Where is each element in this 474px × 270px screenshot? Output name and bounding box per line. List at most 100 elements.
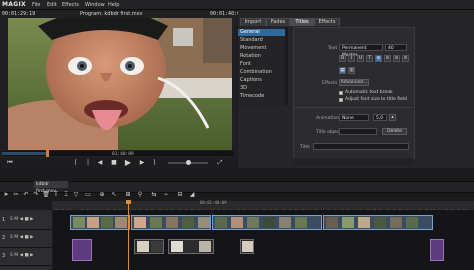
text-label: Text xyxy=(328,46,338,51)
video-clip[interactable] xyxy=(131,215,211,230)
animation-speed-input[interactable]: 5,0 xyxy=(373,114,387,121)
transport-play-button[interactable]: ▶ xyxy=(124,159,132,167)
justify-button[interactable]: ≡ xyxy=(402,55,409,62)
menu-window[interactable]: Window xyxy=(85,2,105,8)
menu-effects[interactable]: Effects xyxy=(62,2,79,8)
fade-icon[interactable]: ◢ xyxy=(188,191,196,199)
clip-thumbnail xyxy=(358,217,370,228)
valign-top-button[interactable]: ▤ xyxy=(339,67,346,74)
category-font[interactable]: Font xyxy=(238,61,288,68)
category-general[interactable]: General xyxy=(238,29,288,36)
trash-icon[interactable]: 🗑 xyxy=(42,191,50,199)
auto-break-label: Automatic text break xyxy=(345,90,393,95)
tab-titles[interactable]: Titles xyxy=(290,18,314,26)
video-clip[interactable] xyxy=(212,215,322,230)
clip-thumbnail xyxy=(87,217,99,228)
category-combination[interactable]: Combination xyxy=(238,69,288,76)
marker-icon[interactable]: ▽ xyxy=(72,191,80,199)
track-controls[interactable]: S M ◀ ■ ▶ xyxy=(10,235,34,240)
font-select[interactable]: Permanent Marker xyxy=(339,44,383,58)
clip-thumbnail xyxy=(247,217,259,228)
title-object-select[interactable] xyxy=(339,128,377,135)
video-clip[interactable] xyxy=(70,215,130,230)
preview-playhead[interactable] xyxy=(46,150,49,157)
auto-break-checkbox[interactable] xyxy=(339,91,343,95)
transport-next-marker-button[interactable]: ⌉ xyxy=(150,159,158,167)
category-scrollbar[interactable] xyxy=(285,27,288,105)
project-tab[interactable]: kdbdr first.mxv xyxy=(34,181,68,194)
scissors-tool-icon[interactable]: ✂ xyxy=(12,191,20,199)
transport-prev-marker-button[interactable]: ⌈ xyxy=(72,159,80,167)
track-number: 1 xyxy=(2,217,6,223)
clip-thumbnail xyxy=(73,217,85,228)
snap-icon[interactable]: ⌁ xyxy=(162,191,170,199)
tab-effects[interactable]: Effects xyxy=(314,18,340,26)
timeline-playhead[interactable] xyxy=(128,200,129,270)
italic-button[interactable]: I xyxy=(348,55,355,62)
menu-help[interactable]: Help xyxy=(108,2,119,8)
track-number: 2 xyxy=(2,235,6,241)
video-preview[interactable] xyxy=(8,18,232,150)
track-controls[interactable]: S M ◀ ■ ▶ xyxy=(10,253,34,258)
transport-skip-start-button[interactable]: ⏮ xyxy=(6,159,14,167)
ripple-icon[interactable]: ⇆ xyxy=(150,191,158,199)
valign-middle-button[interactable]: ▥ xyxy=(348,67,355,74)
transport-rewind-button[interactable]: ◀ xyxy=(96,159,104,167)
menu-file[interactable]: File xyxy=(32,2,40,8)
tab-import[interactable]: Import xyxy=(240,18,266,26)
video-clip[interactable] xyxy=(240,239,254,254)
font-size-select[interactable]: 40 xyxy=(385,44,407,51)
title-object-label: Title object xyxy=(316,130,341,135)
delete-button[interactable]: Delete xyxy=(382,128,407,135)
animation-select[interactable]: None xyxy=(339,114,369,121)
clip-thumbnail xyxy=(406,217,418,228)
video-clip[interactable] xyxy=(134,239,164,254)
lock-icon[interactable]: ⚲ xyxy=(136,191,144,199)
fullscreen-icon[interactable]: ⤢ xyxy=(216,159,224,167)
mouse-mode-icon[interactable]: ▭ xyxy=(84,191,92,199)
video-clip[interactable] xyxy=(168,239,214,254)
auto-size-checkbox[interactable] xyxy=(339,98,343,102)
track-number: 3 xyxy=(2,253,6,259)
bold-button[interactable]: B xyxy=(339,55,346,62)
align-right-button[interactable]: ≡ xyxy=(393,55,400,62)
tab-fades[interactable]: Fades xyxy=(266,18,290,26)
track-controls[interactable]: S M ◀ ■ ▶ xyxy=(10,217,34,222)
redo-icon[interactable]: ↷ xyxy=(32,191,40,199)
transport-stop-button[interactable]: ■ xyxy=(110,159,118,167)
category-captions[interactable]: Captions xyxy=(238,77,288,84)
group-icon[interactable]: ⊞ xyxy=(124,191,132,199)
category-3d[interactable]: 3D xyxy=(238,85,288,92)
speed-up-icon[interactable]: ▴ xyxy=(389,114,396,121)
volume-slider-knob[interactable] xyxy=(186,160,191,165)
category-timecode[interactable]: Timecode xyxy=(238,93,288,100)
transport-step-back-button[interactable]: | xyxy=(84,159,92,167)
advanced-button[interactable]: Advanced... xyxy=(339,79,369,86)
title-clip[interactable] xyxy=(430,239,444,261)
menu-edit[interactable]: Edit xyxy=(47,2,57,8)
clip-thumbnail xyxy=(151,241,163,252)
category-standard[interactable]: Standard xyxy=(238,37,288,44)
title-clip[interactable] xyxy=(72,239,92,261)
razor-icon[interactable]: ⊟ xyxy=(176,191,184,199)
video-clip[interactable] xyxy=(323,215,433,230)
category-movement[interactable]: Movement xyxy=(238,45,288,52)
split-icon[interactable]: ⌶ xyxy=(62,191,70,199)
align-center-button[interactable]: ≡ xyxy=(384,55,391,62)
undo-icon[interactable]: ↶ xyxy=(22,191,30,199)
clip-thumbnail xyxy=(182,217,194,228)
zoom-icon[interactable]: ⊕ xyxy=(98,191,106,199)
clip-thumbnail xyxy=(374,217,386,228)
transport-forward-button[interactable]: ▶ xyxy=(138,159,146,167)
preview-title: Program: kdbdr first.mxv xyxy=(80,11,143,17)
category-rotation[interactable]: Rotation xyxy=(238,53,288,60)
text-style-button[interactable]: T xyxy=(366,55,373,62)
pointer-tool-icon[interactable]: ➤ xyxy=(2,191,10,199)
text-tool-icon[interactable]: T xyxy=(52,191,60,199)
align-left-button[interactable]: ≡ xyxy=(375,55,382,62)
title-input[interactable] xyxy=(313,143,409,150)
properties-footer xyxy=(293,158,413,166)
underline-button[interactable]: U xyxy=(357,55,364,62)
clip-thumbnail xyxy=(115,217,127,228)
cursor-icon[interactable]: ↖ xyxy=(110,191,118,199)
